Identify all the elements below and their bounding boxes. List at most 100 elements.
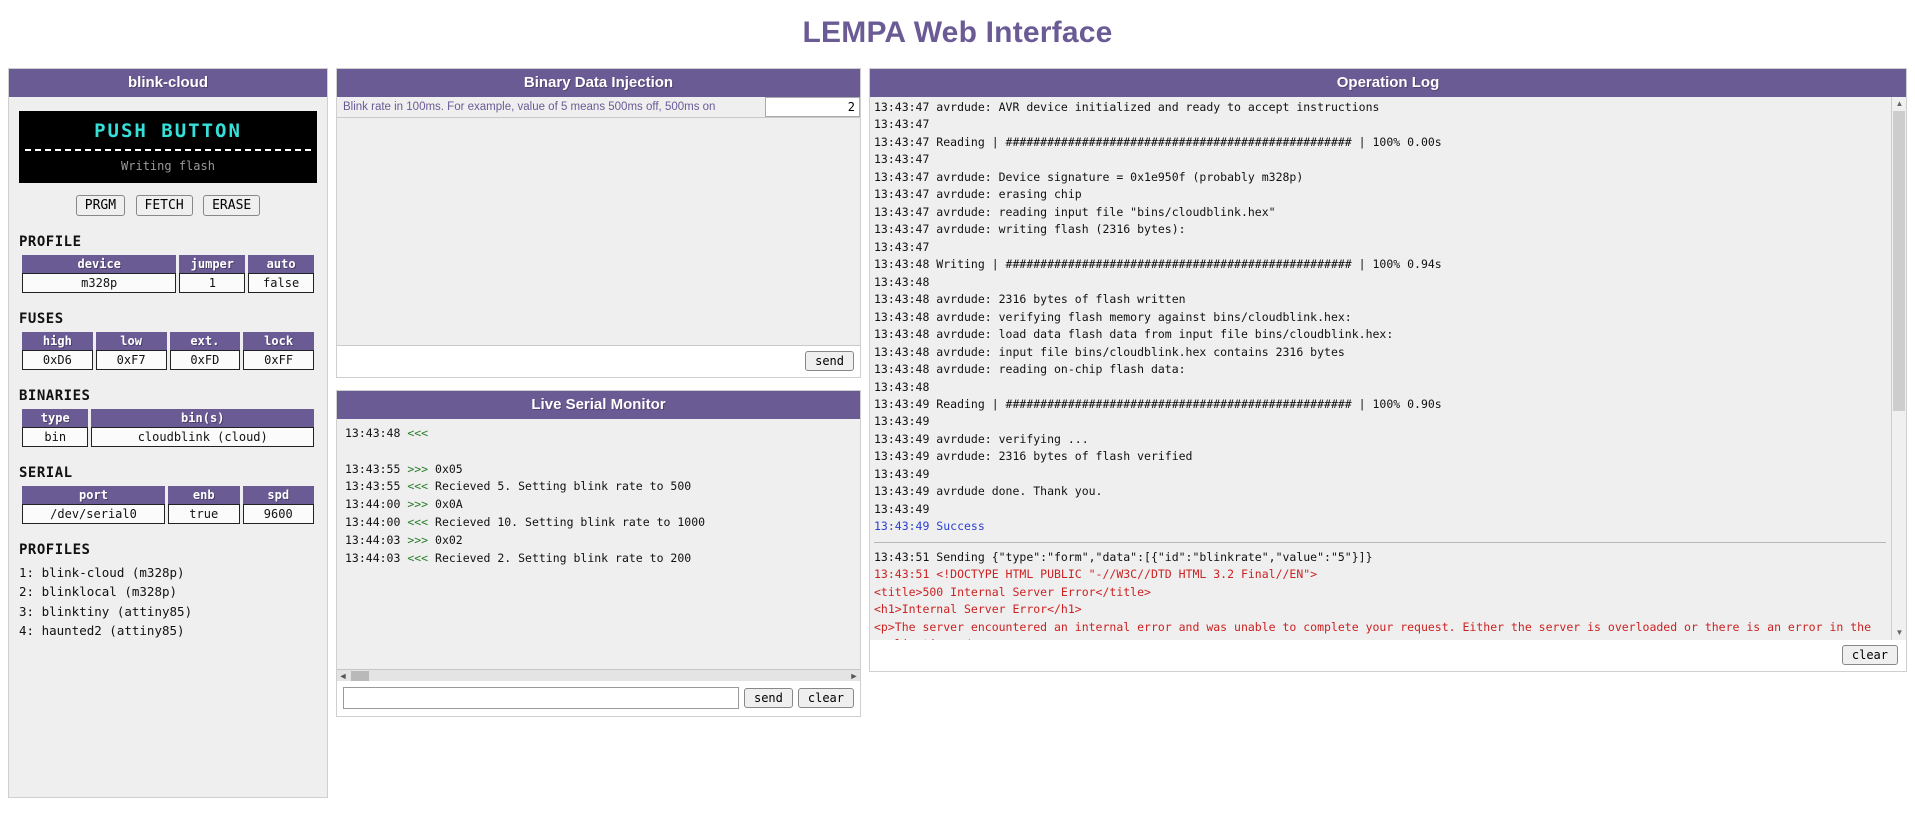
list-item[interactable]: 3: blinktiny (attiny85) [19,602,317,621]
list-item[interactable]: 2: blinklocal (m328p) [19,582,317,601]
log-line: 13:43:49 avrdude done. Thank you. [874,484,1103,499]
log-line: 13:43:48 avrdude: reading on-chip flash … [874,362,1186,377]
log-line: 13:43:49 [874,501,930,516]
fuses-value-ext: 0xFD [169,350,241,370]
middle-column: Binary Data Injection Blink rate in 100m… [336,68,861,717]
injection-form-area [337,118,860,346]
log-vertical-scrollbar[interactable]: ▲ ▼ [1891,97,1906,640]
log-line: 13:43:48 avrdude: 2316 bytes of flash wr… [874,292,1186,307]
operation-log-wrap: 13:43:47 avrdude: AVR device initialized… [870,97,1906,640]
log-line: 13:43:49 Reading | #####################… [874,396,1442,411]
serial-timestamp: 13:43:48 [345,426,408,440]
serial-command-input[interactable] [343,687,739,709]
device-panel: blink-cloud PUSH BUTTON Writing flash PR… [8,68,328,798]
operation-log-panel: Operation Log 13:43:47 avrdude: AVR devi… [869,68,1907,672]
serial-line: 13:44:00 >>> 0x0A [345,496,852,514]
serial-timestamp: 13:43:55 [345,479,408,494]
log-line: <p>The server encountered an internal er… [874,619,1871,640]
profile-table: device jumper auto m328p 1 false [19,255,317,293]
serial-send-button[interactable]: send [743,688,793,708]
table-row: m328p 1 false [22,273,314,293]
log-line: 13:43:48 Writing | #####################… [874,257,1442,272]
erase-button[interactable]: ERASE [203,195,261,216]
serial-header-enb: enb [168,486,240,504]
operation-log-title: Operation Log [870,69,1906,97]
injection-panel-title: Binary Data Injection [337,69,860,97]
log-line: 13:43:47 avrdude: reading input file "bi… [874,204,1276,219]
log-line: 13:43:47 [874,152,930,167]
log-line: 13:43:47 Reading | #####################… [874,134,1442,149]
scrollbar-thumb[interactable] [1893,111,1905,411]
serial-horizontal-scrollbar[interactable]: ◄ ► [337,669,860,681]
serial-direction: <<< [407,479,429,494]
table-header-row: port enb spd [22,486,314,504]
list-item[interactable]: 1: blink-cloud (m328p) [19,563,317,582]
serial-value-enb: true [168,504,240,524]
log-separator [874,541,1886,543]
serial-timestamp: 13:43:55 [345,461,408,476]
device-panel-body: PUSH BUTTON Writing flash PRGM FETCH ERA… [9,97,327,797]
table-header-row: high low ext. lock [22,332,314,350]
serial-direction: >>> [407,461,429,476]
log-line: 13:43:49 avrdude: 2316 bytes of flash ve… [874,449,1193,464]
scrollbar-thumb[interactable] [351,671,369,681]
scroll-down-icon[interactable]: ▼ [1892,626,1907,640]
serial-line: 13:43:55 <<< Recieved 5. Setting blink r… [345,478,852,496]
table-header-row: type bin(s) [22,409,314,427]
serial-text: 0x02 [428,532,463,547]
serial-section-label: SERIAL [19,465,73,481]
log-line: 13:43:47 avrdude: AVR device initialized… [874,100,1380,114]
table-header-row: device jumper auto [22,255,314,273]
profile-value-device: m328p [22,273,177,293]
log-line: 13:43:49 avrdude: verifying ... [874,431,1089,446]
serial-line: 13:44:03 <<< Recieved 2. Setting blink r… [345,550,852,568]
lcd-line-1: PUSH BUTTON [25,120,311,151]
injection-send-button[interactable]: send [805,351,854,371]
serial-line: 13:44:03 >>> 0x02 [345,532,852,550]
live-serial-monitor-panel: Live Serial Monitor 13:43:48 <<< 13:43:5… [336,390,861,717]
list-item[interactable]: 4: haunted2 (attiny85) [19,621,317,640]
serial-timestamp: 13:44:00 [345,497,408,512]
fuses-value-high: 0xD6 [22,350,93,370]
fuses-value-low: 0xF7 [95,350,167,370]
operation-log-clear-button[interactable]: clear [1841,645,1898,665]
log-line: 13:43:48 avrdude: verifying flash memory… [874,309,1352,324]
log-line: 13:43:48 [874,274,930,289]
device-panel-frame: blink-cloud PUSH BUTTON Writing flash PR… [8,68,328,798]
scroll-up-icon[interactable]: ▲ [1892,97,1907,111]
page-title: LEMPA Web Interface [802,16,1113,49]
log-lines: 13:43:47 avrdude: AVR device initialized… [874,99,1886,640]
serial-direction: >>> [407,497,429,512]
log-line: 13:43:49 Success [874,519,985,534]
main-layout: blink-cloud PUSH BUTTON Writing flash PR… [0,68,1915,798]
serial-text: Recieved 10. Setting blink rate to 1000 [428,515,706,530]
prgm-button[interactable]: PRGM [75,195,126,216]
profiles-list: 1: blink-cloud (m328p) 2: blinklocal (m3… [19,563,317,641]
fetch-button[interactable]: FETCH [135,195,193,216]
fuses-header-high: high [22,332,93,350]
log-line: 13:43:48 [874,379,930,394]
serial-header-spd: spd [242,486,314,504]
log-line: 13:43:47 avrdude: writing flash (2316 by… [874,222,1186,237]
log-line: 13:43:51 <!DOCTYPE HTML PUBLIC "-//W3C//… [874,567,1318,582]
serial-line: 13:43:48 <<< [345,425,852,443]
serial-text: 0x05 [428,461,463,476]
serial-input-row: send clear [337,681,860,716]
log-line: <h1>Internal Server Error</h1> [874,602,1082,617]
scroll-left-icon[interactable]: ◄ [337,670,349,682]
log-line: 13:43:49 [874,466,930,481]
log-line: 13:43:48 avrdude: load data flash data f… [874,327,1394,342]
blink-rate-input[interactable] [765,97,860,117]
serial-clear-button[interactable]: clear [797,688,854,708]
blink-rate-hint: Blink rate in 100ms. For example, value … [343,101,716,113]
serial-direction: <<< [407,515,429,530]
serial-value-spd: 9600 [242,504,314,524]
operation-log-frame: Operation Log 13:43:47 avrdude: AVR devi… [869,68,1907,672]
log-line: <title>500 Internal Server Error</title> [874,584,1151,599]
device-action-buttons: PRGM FETCH ERASE [19,195,317,216]
log-line: 13:43:48 avrdude: input file bins/cloudb… [874,344,1345,359]
blink-rate-row: Blink rate in 100ms. For example, value … [337,97,860,118]
serial-timestamp: 13:44:00 [345,515,408,530]
serial-line: 13:44:00 <<< Recieved 10. Setting blink … [345,514,852,532]
scroll-right-icon[interactable]: ► [848,670,860,682]
